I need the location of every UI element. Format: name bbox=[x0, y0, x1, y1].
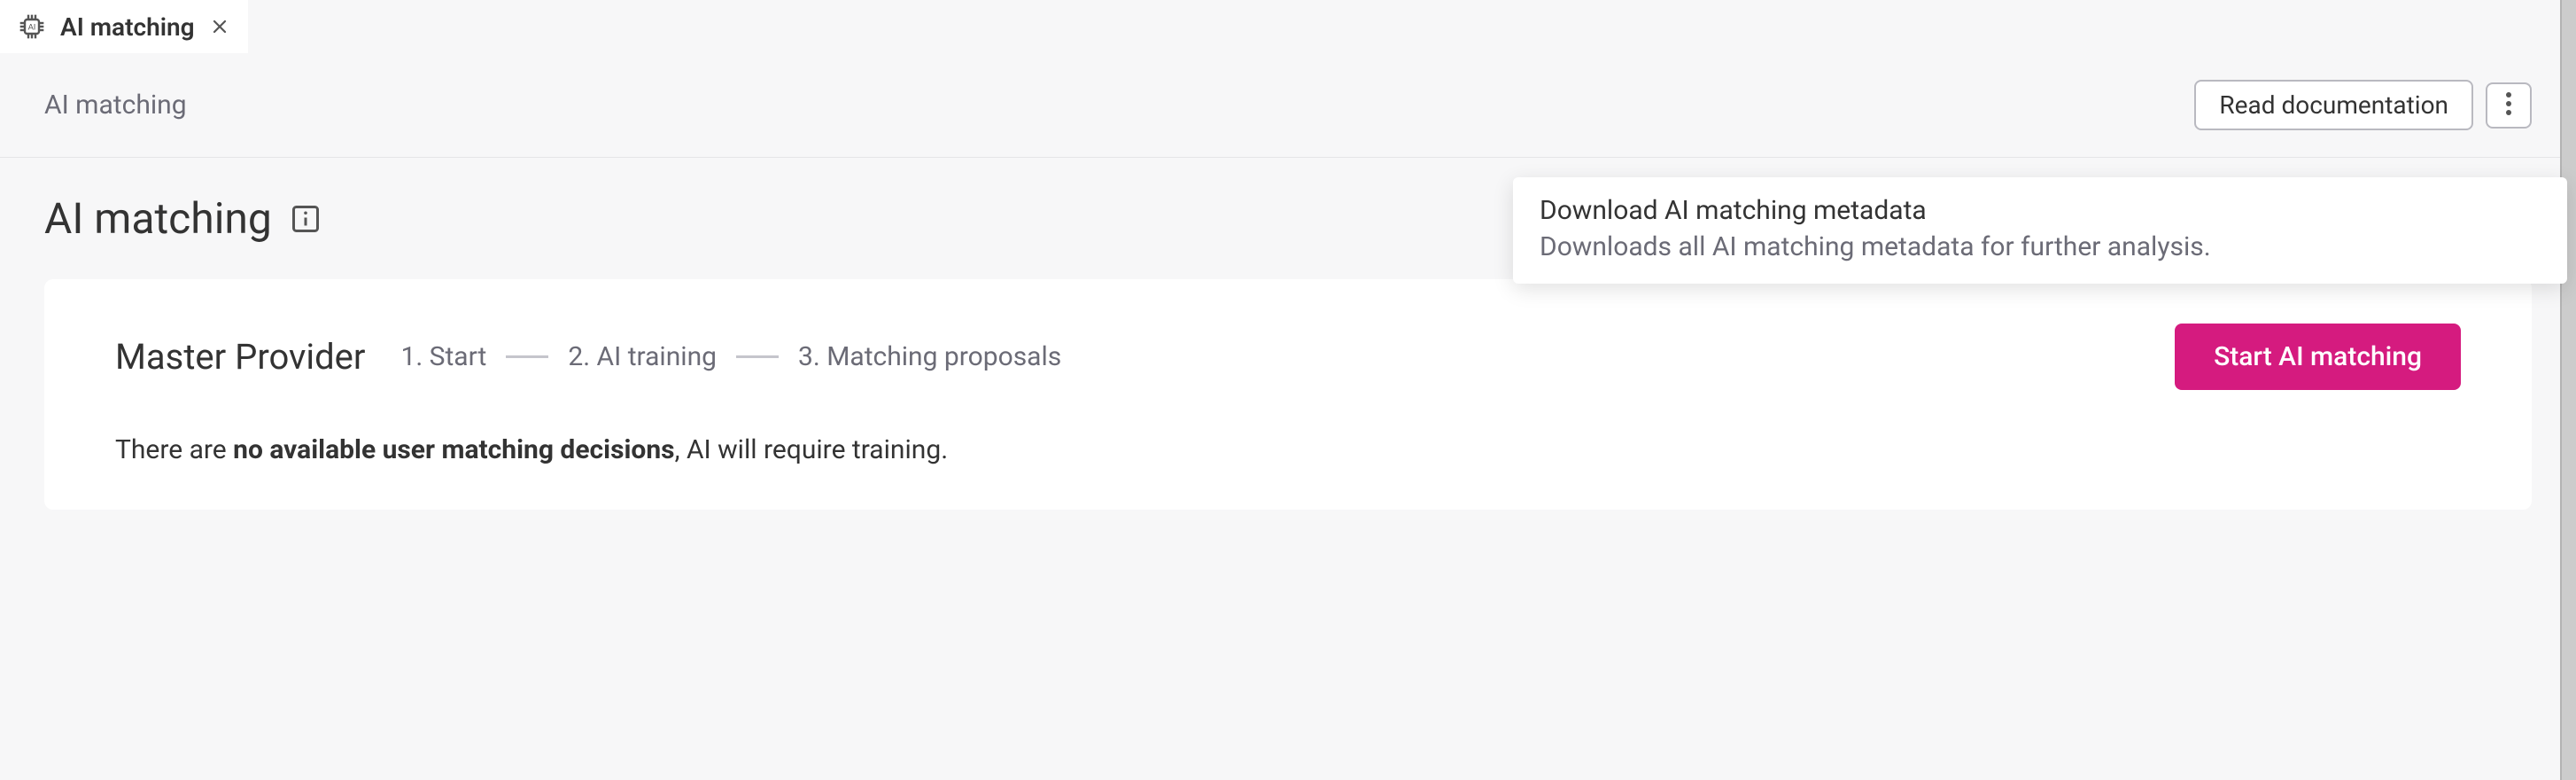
menu-item-description: Downloads all AI matching metadata for f… bbox=[1540, 231, 2541, 262]
step-3: 3. Matching proposals bbox=[798, 341, 1061, 372]
svg-text:AI: AI bbox=[28, 22, 36, 31]
header-actions: Read documentation bbox=[2194, 80, 2532, 130]
body-text-bold: no available user matching decisions bbox=[233, 434, 674, 465]
info-icon[interactable] bbox=[288, 201, 323, 237]
dropdown-menu: Download AI matching metadata Downloads … bbox=[1513, 177, 2567, 284]
step-divider bbox=[736, 355, 779, 358]
header-bar: AI matching Read documentation Download … bbox=[0, 53, 2576, 158]
read-documentation-button[interactable]: Read documentation bbox=[2194, 80, 2473, 130]
start-ai-matching-button[interactable]: Start AI matching bbox=[2175, 324, 2461, 390]
page-title: AI matching bbox=[44, 193, 272, 244]
body-text-prefix: There are bbox=[115, 434, 233, 465]
kebab-icon bbox=[2505, 90, 2512, 120]
ai-chip-icon: AI bbox=[18, 12, 46, 41]
scrollbar[interactable] bbox=[2560, 0, 2576, 780]
steps: 1. Start 2. AI training 3. Matching prop… bbox=[400, 341, 2139, 372]
step-2: 2. AI training bbox=[568, 341, 717, 372]
body-text-suffix: , AI will require training. bbox=[675, 434, 949, 465]
step-divider bbox=[506, 355, 548, 358]
more-options-button[interactable] bbox=[2486, 82, 2532, 129]
close-icon[interactable] bbox=[209, 16, 230, 37]
menu-item-title: Download AI matching metadata bbox=[1540, 195, 2541, 226]
menu-item-download-metadata[interactable]: Download AI matching metadata Downloads … bbox=[1540, 195, 2541, 262]
tab-bar: AI AI matching bbox=[0, 0, 2576, 53]
step-1: 1. Start bbox=[400, 341, 486, 372]
card-header: Master Provider 1. Start 2. AI training … bbox=[115, 324, 2461, 390]
breadcrumb: AI matching bbox=[44, 90, 187, 121]
tab-ai-matching[interactable]: AI AI matching bbox=[0, 0, 248, 53]
provider-card: Master Provider 1. Start 2. AI training … bbox=[44, 279, 2532, 510]
card-body: There are no available user matching dec… bbox=[115, 434, 2461, 465]
tab-label: AI matching bbox=[60, 12, 195, 42]
provider-name: Master Provider bbox=[115, 336, 365, 378]
